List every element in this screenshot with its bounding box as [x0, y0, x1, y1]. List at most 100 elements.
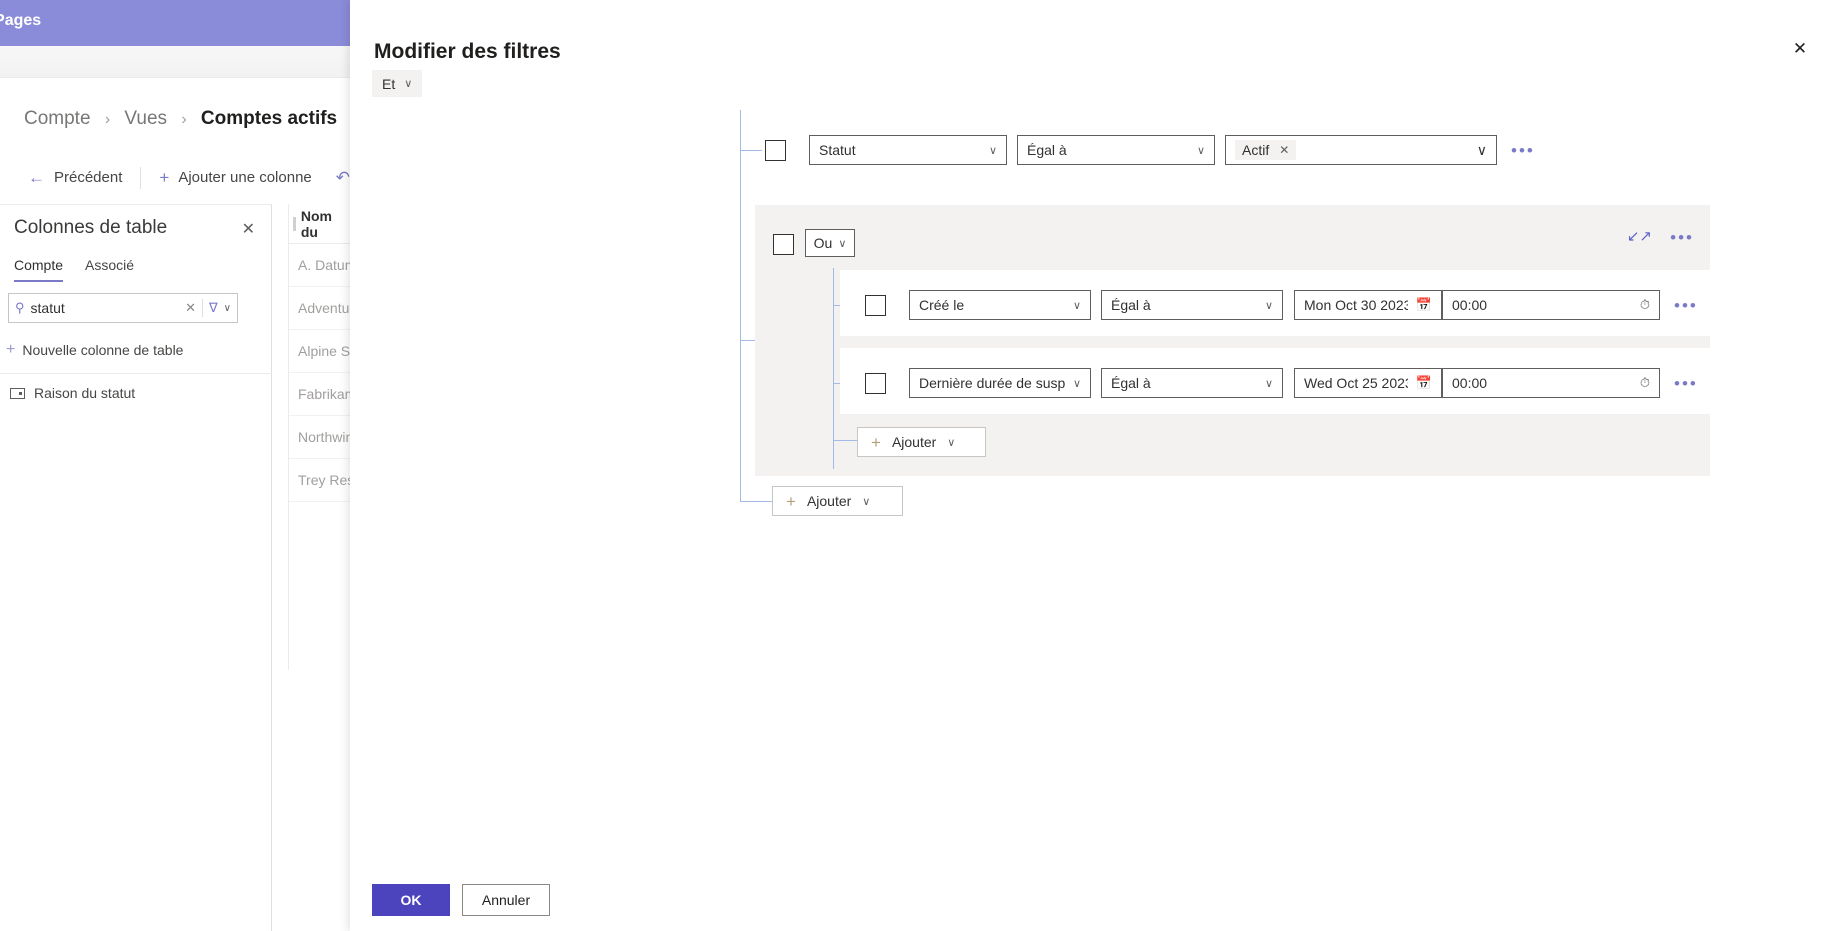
command-bar-strip: [0, 46, 350, 78]
operator-select[interactable]: Égal à ∨: [1101, 290, 1283, 320]
operator-select-value: Égal à: [1111, 297, 1151, 313]
root-add-button-label: Ajouter: [806, 493, 852, 509]
chevron-down-icon: ∨: [947, 436, 956, 449]
field-select[interactable]: Statut ∨: [809, 135, 1007, 165]
clock-icon[interactable]: ⏱: [1640, 375, 1650, 391]
breadcrumb-separator-icon: ›: [104, 111, 111, 128]
group-more-button[interactable]: •••: [1670, 229, 1694, 246]
field-select-value: Créé le: [919, 297, 965, 313]
chevron-down-icon: ∨: [1196, 144, 1205, 157]
field-select-value: Dernière durée de susp...: [919, 375, 1065, 391]
ok-button[interactable]: OK: [372, 884, 450, 916]
operator-select[interactable]: Égal à ∨: [1101, 368, 1283, 398]
search-input[interactable]: statut: [31, 300, 180, 316]
plus-icon: +: [871, 432, 881, 452]
time-input[interactable]: 00:00 ⏱: [1442, 368, 1660, 398]
plus-icon: +: [159, 168, 170, 187]
date-input[interactable]: Mon Oct 30 2023 📅: [1294, 290, 1442, 320]
table-row[interactable]: Adventur: [289, 287, 350, 330]
cancel-button[interactable]: Annuler: [462, 884, 550, 916]
undo-button[interactable]: ↶ Ann: [324, 165, 350, 190]
clear-icon[interactable]: ✕: [185, 300, 196, 316]
command-bar: ← Précédent + Ajouter une colonne ↶ Ann: [16, 165, 350, 190]
calendar-icon[interactable]: 📅: [1416, 375, 1432, 391]
chevron-down-icon[interactable]: ∨: [224, 303, 231, 314]
row-more-button[interactable]: •••: [1511, 142, 1535, 159]
field-select-value: Statut: [819, 142, 856, 158]
breadcrumb-item-current: Comptes actifs: [200, 108, 338, 129]
table-row[interactable]: Alpine Sk: [289, 330, 350, 373]
field-select[interactable]: Dernière durée de susp... ∨: [909, 368, 1091, 398]
tree-branch-line: [740, 150, 762, 151]
dialog-title: Modifier des filtres: [374, 40, 561, 63]
row-more-button[interactable]: •••: [1674, 297, 1698, 314]
panel-divider: [0, 373, 272, 374]
grid-column-header[interactable]: Nom du: [289, 204, 350, 244]
row-checkbox[interactable]: [865, 294, 886, 316]
panel-tabs: Compte Associé: [14, 257, 134, 282]
breadcrumb-item-vues[interactable]: Vues: [124, 108, 167, 129]
plus-icon: +: [6, 341, 16, 358]
panel-title: Colonnes de table: [14, 217, 168, 238]
breadcrumb-item-compte[interactable]: Compte: [24, 108, 91, 129]
value-picker[interactable]: Actif ✕ ∨: [1225, 135, 1497, 165]
tab-associe[interactable]: Associé: [85, 257, 134, 282]
tree-branch-line: [740, 501, 772, 502]
tab-compte[interactable]: Compte: [14, 257, 64, 282]
operator-select[interactable]: Égal à ∨: [1017, 135, 1215, 165]
edit-filters-dialog: Modifier des filtres ✕ Et ∨ Statut ∨ Éga…: [350, 0, 1840, 931]
operator-select-value: Égal à: [1111, 375, 1151, 391]
collapse-icon[interactable]: ↙↗: [1627, 227, 1652, 245]
root-add-button[interactable]: + Ajouter ∨: [772, 486, 903, 516]
chevron-down-icon: ∨: [988, 144, 997, 157]
group-operator-label: Ou: [813, 235, 833, 251]
root-operator-dropdown[interactable]: Et ∨: [372, 70, 423, 97]
app-top-banner: wer Pages: [0, 0, 350, 46]
date-input-value: Mon Oct 30 2023: [1304, 297, 1408, 313]
table-row[interactable]: Fabrikam,: [289, 373, 350, 416]
table-row[interactable]: Trey Rese: [289, 459, 350, 502]
table-columns-panel: Colonnes de table ✕ Compte Associé ⚲ sta…: [0, 204, 272, 931]
breadcrumb: Compte › Vues › Comptes actifs: [24, 108, 337, 130]
row-more-button[interactable]: •••: [1674, 375, 1698, 392]
chevron-down-icon: ∨: [1072, 377, 1081, 390]
close-icon[interactable]: ✕: [242, 222, 255, 238]
records-grid: Nom du A. Datum Adventur Alpine Sk Fabri…: [288, 204, 350, 670]
breadcrumb-separator-icon: ›: [181, 111, 187, 128]
row-checkbox[interactable]: [865, 372, 886, 394]
root-operator-label: Et: [382, 75, 396, 92]
group-add-button[interactable]: + Ajouter ∨: [857, 427, 986, 457]
new-table-column-button[interactable]: + Nouvelle colonne de table: [6, 341, 183, 359]
add-column-label: Ajouter une colonne: [178, 169, 312, 186]
filter-condition-row: Dernière durée de susp... ∨ Égal à ∨ Wed…: [865, 368, 1698, 398]
chevron-down-icon: ∨: [1072, 299, 1081, 312]
remove-tag-icon[interactable]: ✕: [1279, 143, 1289, 157]
new-table-column-label: Nouvelle colonne de table: [22, 342, 184, 358]
group-checkbox[interactable]: [773, 234, 794, 255]
list-item-label: Raison du statut: [34, 385, 136, 401]
table-row[interactable]: A. Datum: [289, 244, 350, 287]
date-input[interactable]: Wed Oct 25 2023 📅: [1294, 368, 1442, 398]
row-checkbox[interactable]: [765, 139, 786, 161]
back-button[interactable]: ← Précédent: [16, 165, 134, 190]
time-input-value: 00:00: [1452, 375, 1488, 391]
field-select[interactable]: Créé le ∨: [909, 290, 1091, 320]
add-column-button[interactable]: + Ajouter une colonne: [147, 165, 323, 190]
chevron-down-icon: ∨: [838, 237, 847, 250]
chevron-down-icon: ∨: [1264, 377, 1273, 390]
tree-trunk-line: [833, 268, 834, 469]
calendar-icon[interactable]: 📅: [1416, 297, 1432, 313]
time-input[interactable]: 00:00 ⏱: [1442, 290, 1660, 320]
search-divider: [201, 299, 203, 317]
list-item[interactable]: Raison du statut: [10, 385, 135, 401]
close-icon[interactable]: ✕: [1787, 36, 1813, 62]
filter-condition-row: Créé le ∨ Égal à ∨ Mon Oct 30 2023 📅 00:…: [865, 290, 1698, 320]
group-operator-dropdown[interactable]: Ou ∨: [805, 229, 855, 257]
column-search-box[interactable]: ⚲ statut ✕ ∇ ∨: [8, 293, 238, 323]
group-add-button-label: Ajouter: [891, 434, 937, 450]
table-row[interactable]: Northwin: [289, 416, 350, 459]
filter-icon[interactable]: ∇: [209, 300, 218, 316]
clock-icon[interactable]: ⏱: [1640, 297, 1650, 313]
value-tag[interactable]: Actif ✕: [1235, 140, 1297, 160]
command-bar-divider: [140, 166, 142, 189]
